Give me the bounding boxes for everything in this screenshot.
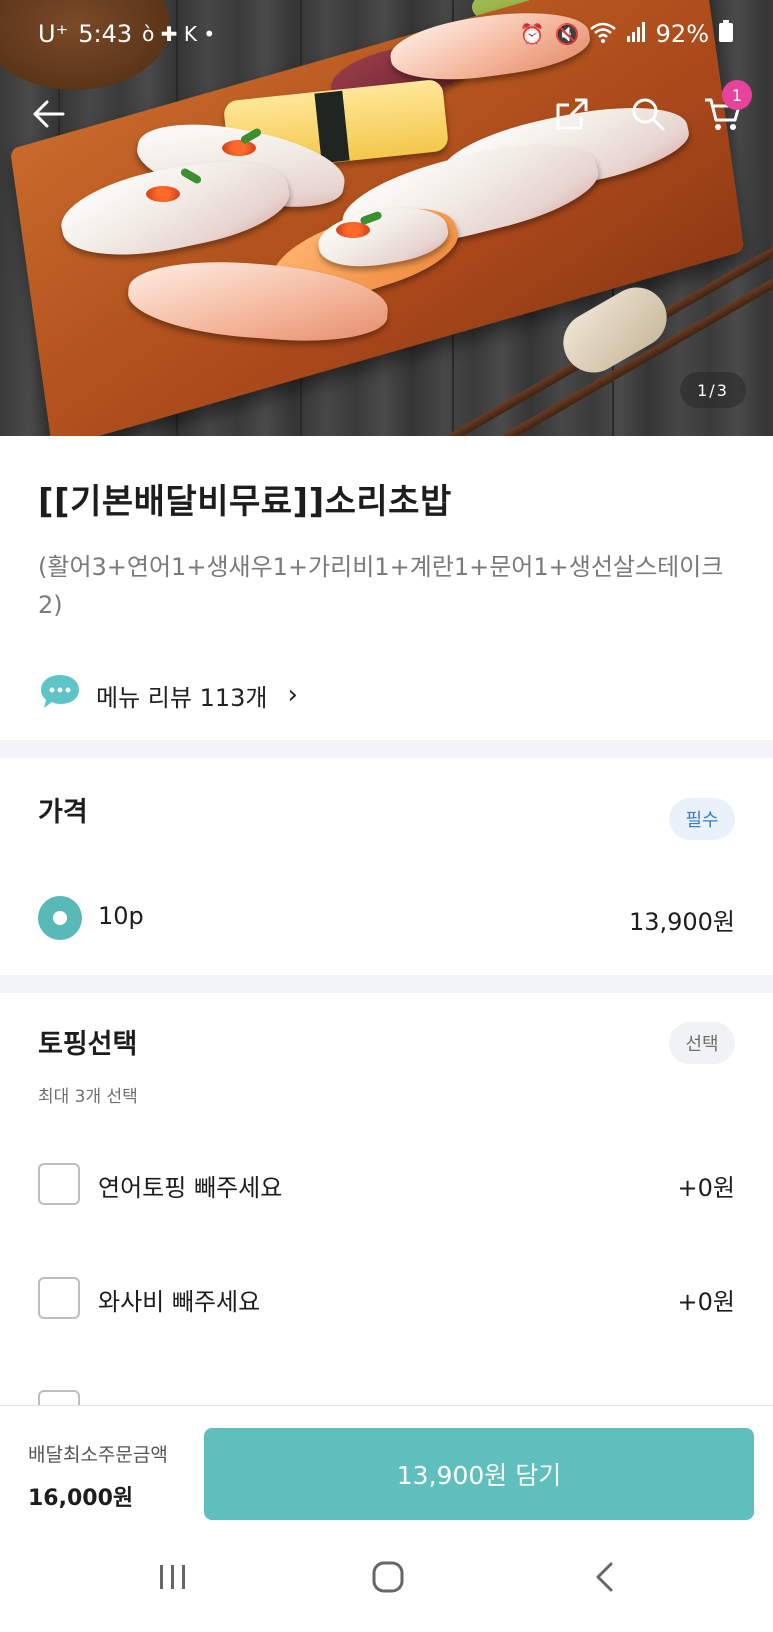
menu-review-link[interactable]: 메뉴 리뷰 113개 ›: [38, 672, 298, 718]
topping-label[interactable]: 와사비 빼주세요: [98, 1282, 260, 1317]
required-badge: 필수: [669, 798, 735, 840]
status-bar: U⁺ 5:43 ò ✚ K • ⏰ 🔇 92%: [0, 0, 773, 72]
price-section-title: 가격: [38, 797, 88, 828]
search-icon[interactable]: [624, 90, 672, 138]
menu-photo[interactable]: U⁺ 5:43 ò ✚ K • ⏰ 🔇 92% 1 1/3: [0, 0, 773, 436]
image-pager: 1/3: [680, 372, 746, 408]
section-divider: [0, 975, 773, 993]
share-icon[interactable]: [548, 90, 596, 138]
back-arrow-icon[interactable]: [24, 90, 72, 138]
notification-icons: ò ✚ K •: [142, 22, 216, 46]
add-to-cart-button[interactable]: 13,900원 담기: [204, 1428, 754, 1520]
topping-section-subtitle: 최대 3개 선택: [38, 1087, 138, 1107]
recent-apps-icon[interactable]: [143, 1552, 203, 1602]
topping-section-title: 토핑선택: [38, 1029, 138, 1060]
order-bar: 배달최소주문금액 16,000원 13,900원 담기: [0, 1405, 773, 1520]
min-order-value: 16,000원: [28, 1486, 134, 1511]
price-option-radio[interactable]: [38, 896, 82, 940]
min-order-label: 배달최소주문금액: [28, 1444, 168, 1466]
cart-count-badge: 1: [722, 80, 752, 110]
system-back-icon[interactable]: [574, 1552, 634, 1602]
system-navigation-bar: [0, 1520, 773, 1632]
chevron-right-icon: ›: [287, 680, 298, 710]
review-count-label: 메뉴 리뷰 113개: [96, 683, 268, 712]
wifi-icon: [589, 21, 616, 48]
topping-checkbox-salmon[interactable]: [38, 1163, 80, 1205]
home-icon[interactable]: [358, 1552, 418, 1602]
battery-icon: [719, 20, 733, 48]
price-option-price: 13,900원: [628, 908, 735, 936]
topping-checkbox-wasabi[interactable]: [38, 1277, 80, 1319]
alarm-icon: ⏰: [519, 22, 545, 46]
price-option-label[interactable]: 10p: [98, 902, 144, 930]
mute-icon: 🔇: [554, 22, 580, 46]
topping-price: +0원: [677, 1288, 735, 1316]
section-divider: [0, 740, 773, 758]
battery-level: 92%: [655, 20, 709, 48]
carrier-label: U⁺: [38, 20, 69, 48]
topping-price: +0원: [677, 1174, 735, 1202]
clock: 5:43: [78, 20, 133, 48]
topping-label[interactable]: 연어토핑 빼주세요: [98, 1168, 282, 1203]
signal-icon: [626, 20, 646, 48]
menu-title: [[기본배달비무료]]소리초밥: [38, 482, 452, 522]
chat-bubble-icon: [38, 672, 82, 718]
menu-description: (활어3+연어1+생새우1+가리비1+계란1+문어1+생선살스테이크2): [38, 553, 724, 619]
optional-badge: 선택: [669, 1022, 735, 1064]
